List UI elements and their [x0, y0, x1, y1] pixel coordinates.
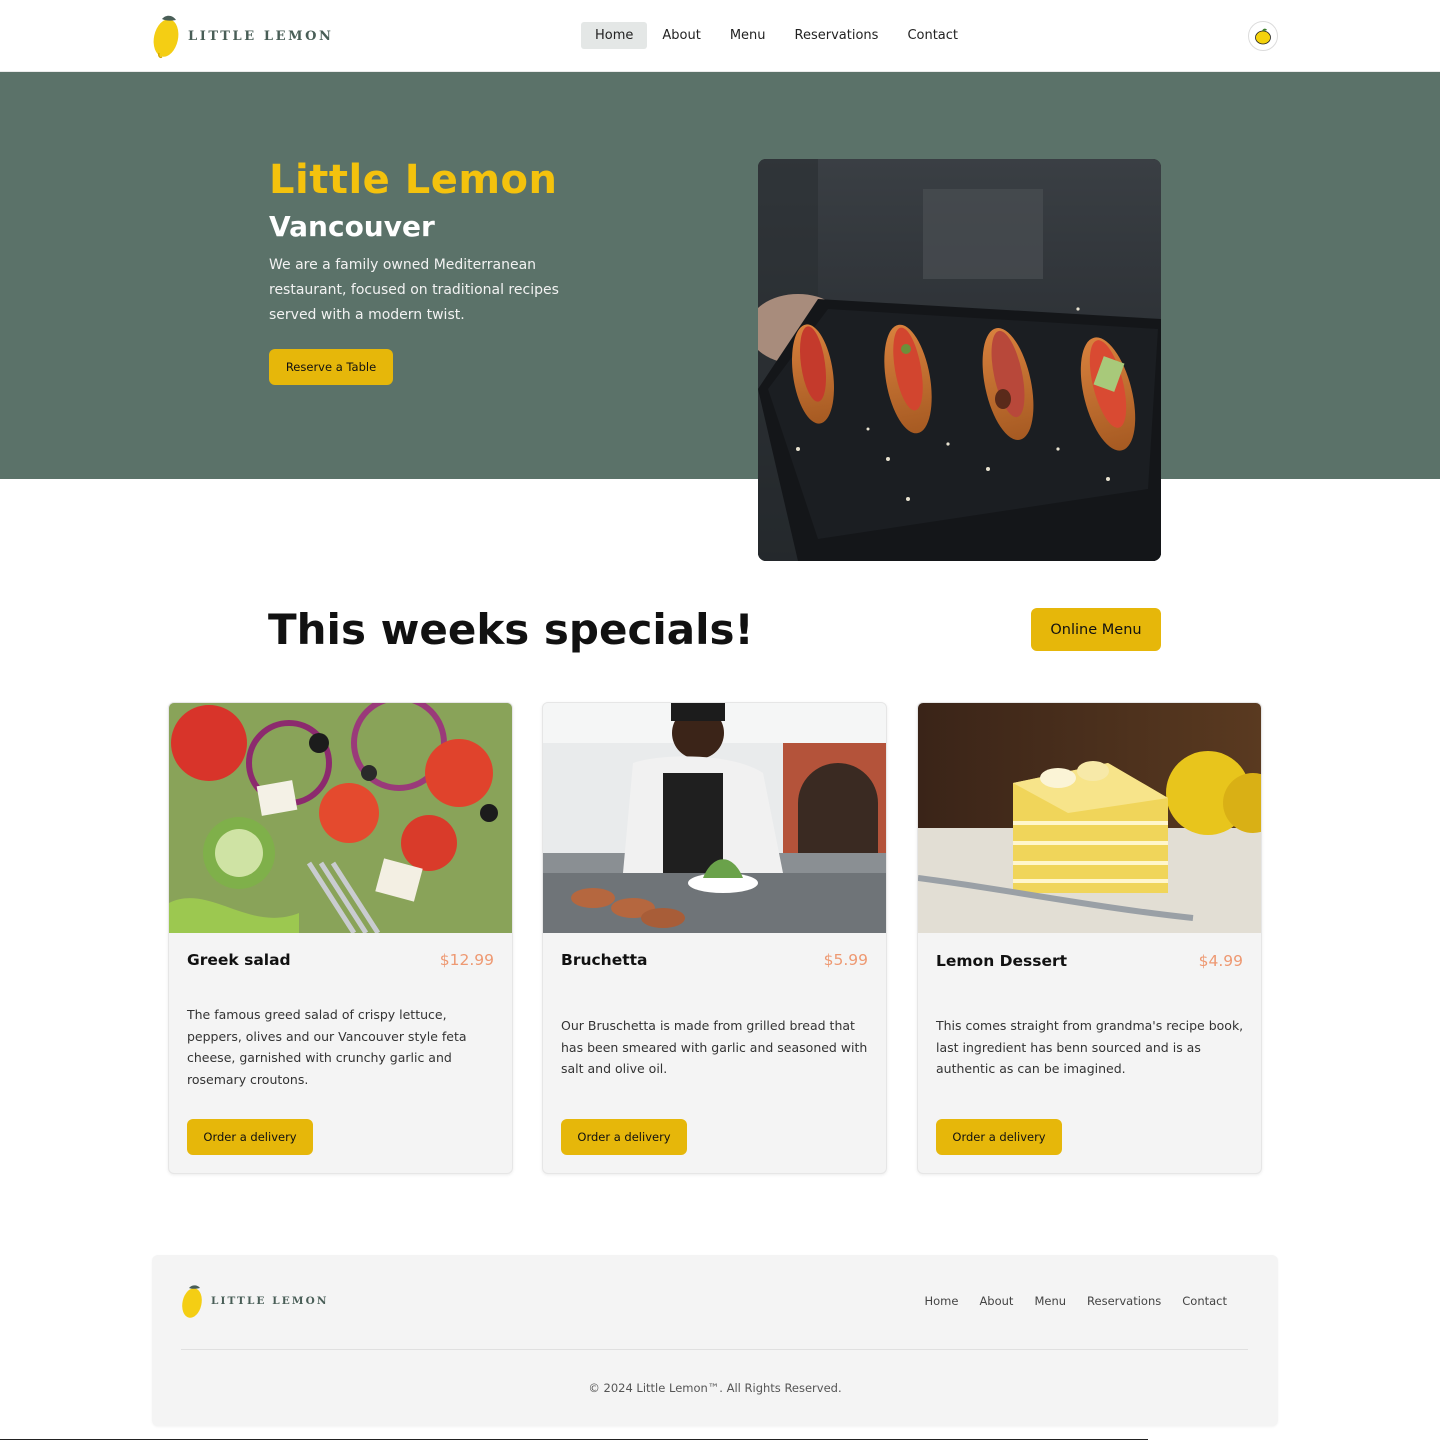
order-delivery-button[interactable]: Order a delivery — [561, 1119, 687, 1155]
chef-photo — [543, 703, 886, 933]
card-title: Greek salad — [187, 951, 291, 969]
card-description: The famous greed salad of crispy lettuce… — [187, 1007, 467, 1088]
card-title: Bruchetta — [561, 951, 648, 969]
hero-subtitle: Vancouver — [269, 210, 435, 243]
header-logo[interactable]: LITTLE LEMON — [152, 13, 334, 59]
nav-contact[interactable]: Contact — [893, 22, 972, 49]
copyright-text: © 2024 Little Lemon™. All Rights Reserve… — [588, 1381, 842, 1395]
site-footer: LITTLE LEMON Home About Menu Reservation… — [152, 1255, 1278, 1426]
logo-wordmark: LITTLE LEMON — [211, 1295, 329, 1307]
online-menu-button[interactable]: Online Menu — [1031, 608, 1161, 651]
footer-nav-about[interactable]: About — [979, 1294, 1013, 1308]
card-price: $12.99 — [439, 951, 494, 969]
site-header: LITTLE LEMON Home About Menu Reservation… — [0, 0, 1440, 72]
order-delivery-button[interactable]: Order a delivery — [187, 1119, 313, 1155]
nav-about[interactable]: About — [648, 22, 714, 49]
card-title: Lemon Dessert — [936, 952, 1068, 970]
lemon-cake-photo — [918, 703, 1261, 933]
logo-wordmark: LITTLE LEMON — [188, 28, 334, 44]
main-nav: Home About Menu Reservations Contact — [581, 22, 973, 49]
hero-image — [758, 159, 1161, 561]
nav-home[interactable]: Home — [581, 22, 648, 49]
page-bottom-divider — [0, 1439, 1148, 1440]
card-price: $5.99 — [823, 951, 868, 969]
card-image — [169, 703, 512, 933]
order-delivery-button[interactable]: Order a delivery — [936, 1119, 1062, 1155]
hero-section — [0, 72, 1440, 479]
nav-reservations[interactable]: Reservations — [781, 22, 893, 49]
special-card-lemon-dessert: Lemon Dessert $4.99 This comes straight … — [917, 702, 1262, 1174]
lemon-icon — [1255, 28, 1271, 45]
footer-divider — [181, 1349, 1248, 1350]
lemon-logo-icon — [182, 1285, 202, 1318]
hero-description: We are a family owned Mediterranean rest… — [269, 257, 559, 323]
footer-nav-reservations[interactable]: Reservations — [1087, 1294, 1161, 1308]
footer-nav-menu[interactable]: Menu — [1034, 1294, 1066, 1308]
bruschetta-photo — [758, 159, 1161, 561]
special-card-greek-salad: Greek salad $12.99 The famous greed sala… — [168, 702, 513, 1174]
user-avatar[interactable] — [1248, 21, 1278, 51]
card-image — [918, 703, 1261, 933]
special-card-bruchetta: Bruchetta $5.99 Our Bruschetta is made f… — [542, 702, 887, 1174]
nav-menu[interactable]: Menu — [716, 22, 780, 49]
footer-nav-home[interactable]: Home — [924, 1294, 958, 1308]
card-description: Our Bruschetta is made from grilled brea… — [561, 1018, 868, 1077]
specials-title: This weeks specials! — [268, 605, 754, 654]
reserve-table-button[interactable]: Reserve a Table — [269, 349, 393, 385]
card-price: $4.99 — [1198, 952, 1243, 970]
hero-title: Little Lemon — [269, 157, 558, 203]
card-image — [543, 703, 886, 933]
footer-logo[interactable]: LITTLE LEMON — [181, 1283, 329, 1319]
greek-salad-photo — [169, 703, 512, 933]
lemon-logo-icon — [153, 15, 179, 58]
footer-nav: Home About Menu Reservations Contact — [903, 1294, 1227, 1308]
card-description: This comes straight from grandma's recip… — [936, 1018, 1244, 1077]
footer-nav-contact[interactable]: Contact — [1182, 1294, 1227, 1308]
